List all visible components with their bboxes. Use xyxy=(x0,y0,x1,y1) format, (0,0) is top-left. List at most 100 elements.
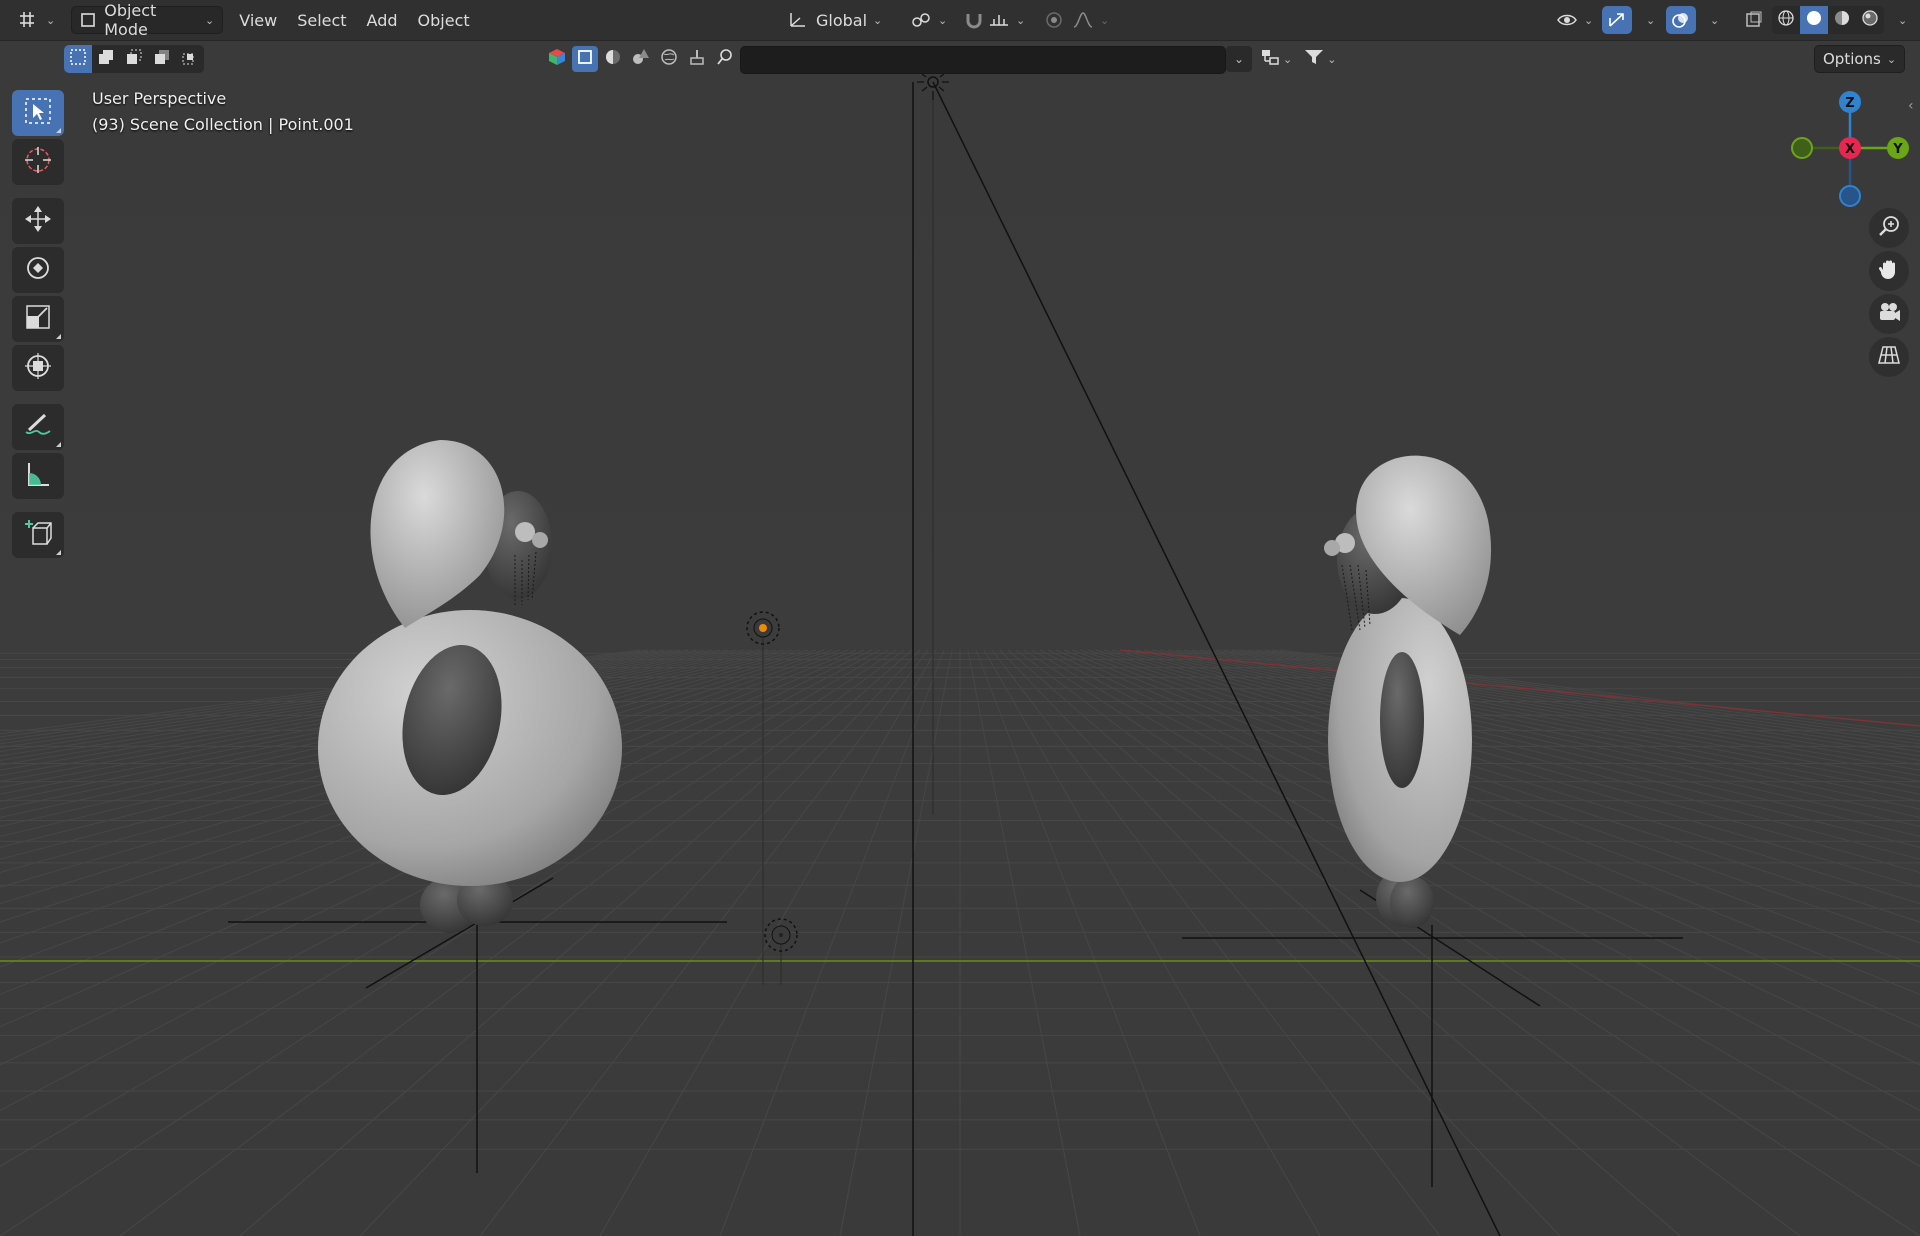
search-input[interactable] xyxy=(740,46,1226,74)
falloff-dropdown[interactable]: ⌄ xyxy=(1064,6,1117,34)
globe-icon xyxy=(660,48,678,70)
visibility-dropdown[interactable]: ⌄ xyxy=(1548,6,1601,34)
select-box-icon xyxy=(23,96,53,130)
measure-tool[interactable] xyxy=(12,453,64,499)
square-object-icon xyxy=(577,49,593,69)
object-type-button[interactable] xyxy=(572,46,598,72)
move-arrows-icon xyxy=(23,204,53,238)
viewport-scene[interactable] xyxy=(0,0,1920,1236)
overlays-icon xyxy=(1671,11,1691,29)
chevron-down-icon: ⌄ xyxy=(1233,52,1245,66)
select-extend-button[interactable] xyxy=(92,45,120,73)
toolbar xyxy=(12,90,66,561)
chevron-down-icon: ⌄ xyxy=(873,13,883,27)
gizmo-dropdown[interactable]: ⌄ xyxy=(1632,6,1663,34)
search-button[interactable] xyxy=(712,46,738,72)
camera-type-button[interactable] xyxy=(628,46,654,72)
gizmo-y-negative[interactable] xyxy=(1791,137,1813,159)
color-cube-button[interactable] xyxy=(544,46,570,72)
transform-orientation-dropdown[interactable]: Global ⌄ xyxy=(780,6,894,34)
chevron-down-icon: ⌄ xyxy=(1100,13,1110,27)
chevron-down-icon: ⌄ xyxy=(1898,13,1908,27)
brush-type-button[interactable] xyxy=(684,46,710,72)
xray-icon xyxy=(1744,11,1764,29)
overlays-toggle[interactable] xyxy=(1666,6,1696,34)
ruler-icon xyxy=(23,459,53,493)
world-type-button[interactable] xyxy=(656,46,682,72)
crosshair-icon xyxy=(23,145,53,179)
orientation-label: Global xyxy=(816,10,868,30)
scale-tool[interactable] xyxy=(12,296,64,342)
filter-options-group: ⌄ ⌄ ⌄ xyxy=(1226,46,1340,72)
shapes-icon xyxy=(632,48,650,70)
scale-icon xyxy=(23,302,53,336)
select-new-button[interactable] xyxy=(64,45,92,73)
eye-icon xyxy=(1556,11,1578,29)
select-intersect-button[interactable] xyxy=(176,45,204,73)
gizmo-z-label: Z xyxy=(1845,96,1854,111)
solid-shading-button[interactable] xyxy=(1800,6,1828,34)
editor-type-button[interactable]: ⌄ xyxy=(10,6,63,34)
camera-icon xyxy=(1877,300,1901,328)
navigation-gizmo[interactable]: Z Y X xyxy=(1780,90,1920,210)
chevron-down-icon: ⌄ xyxy=(1646,13,1656,27)
grid-ortho-icon xyxy=(1877,343,1901,371)
wireframe-sphere-icon xyxy=(1777,9,1795,31)
select-extend-icon xyxy=(97,48,115,70)
select-new-icon xyxy=(69,48,87,70)
xray-toggle[interactable] xyxy=(1736,6,1772,34)
sync-button[interactable]: ⌄ xyxy=(1226,46,1252,72)
wireframe-shading-button[interactable] xyxy=(1772,6,1800,34)
add-cube-tool[interactable] xyxy=(12,512,64,558)
gizmo-toggle[interactable] xyxy=(1602,6,1632,34)
shading-dropdown[interactable]: ⌄ xyxy=(1884,6,1915,34)
orientation-axes-icon xyxy=(788,11,808,29)
pivot-point-dropdown[interactable]: ⌄ xyxy=(902,6,955,34)
zoom-icon xyxy=(1877,214,1901,242)
transform-tool[interactable] xyxy=(12,345,64,391)
menu-object[interactable]: Object xyxy=(408,6,480,34)
shading-mode-group xyxy=(1772,6,1884,34)
move-tool[interactable] xyxy=(12,198,64,244)
filter-dropdown[interactable]: ⌄ xyxy=(1300,46,1340,72)
mode-label: Object Mode xyxy=(104,1,157,39)
camera-view-button[interactable] xyxy=(1869,294,1909,334)
select-difference-icon xyxy=(153,48,171,70)
snap-target-dropdown[interactable]: ⌄ xyxy=(980,6,1033,34)
3d-viewport[interactable] xyxy=(0,0,1920,1236)
snap-increment-icon xyxy=(988,11,1010,29)
pivot-link-icon xyxy=(910,11,932,29)
menu-select[interactable]: Select xyxy=(287,6,356,34)
material-shading-button[interactable] xyxy=(1828,6,1856,34)
select-difference-button[interactable] xyxy=(148,45,176,73)
light-type-button[interactable] xyxy=(600,46,626,72)
object-mode-icon xyxy=(80,12,96,28)
gizmo-z-negative[interactable] xyxy=(1839,185,1861,207)
pan-button[interactable] xyxy=(1869,251,1909,291)
proportional-editing-icon xyxy=(1044,11,1064,29)
gizmo-y-label: Y xyxy=(1892,142,1903,157)
select-subtract-icon xyxy=(125,48,143,70)
chevron-down-icon: ⌄ xyxy=(46,13,56,27)
sidebar-toggle-arrow[interactable]: ‹ xyxy=(1908,98,1920,122)
rotate-tool[interactable] xyxy=(12,247,64,293)
rendered-shading-button[interactable] xyxy=(1856,6,1884,34)
select-subtract-button[interactable] xyxy=(120,45,148,73)
funnel-icon xyxy=(1304,48,1324,70)
select-box-tool[interactable] xyxy=(12,90,64,136)
mode-dropdown[interactable]: Object Mode ⌄ xyxy=(71,1,224,39)
gizmo-x-label: X xyxy=(1845,142,1855,157)
annotate-tool[interactable] xyxy=(12,404,64,450)
material-sphere-icon xyxy=(1833,9,1851,31)
menu-view[interactable]: View xyxy=(229,6,287,34)
ortho-toggle-button[interactable] xyxy=(1869,337,1909,377)
options-dropdown[interactable]: Options ⌄ xyxy=(1814,45,1906,73)
overlays-dropdown[interactable]: ⌄ xyxy=(1696,6,1727,34)
cursor-tool[interactable] xyxy=(12,139,64,185)
solid-sphere-icon xyxy=(1805,9,1823,31)
menu-add[interactable]: Add xyxy=(357,6,408,34)
zoom-button[interactable] xyxy=(1869,208,1909,248)
chevron-down-icon: ⌄ xyxy=(1886,52,1897,66)
hierarchy-dropdown[interactable]: ⌄ xyxy=(1256,46,1296,72)
search-icon xyxy=(716,48,734,70)
